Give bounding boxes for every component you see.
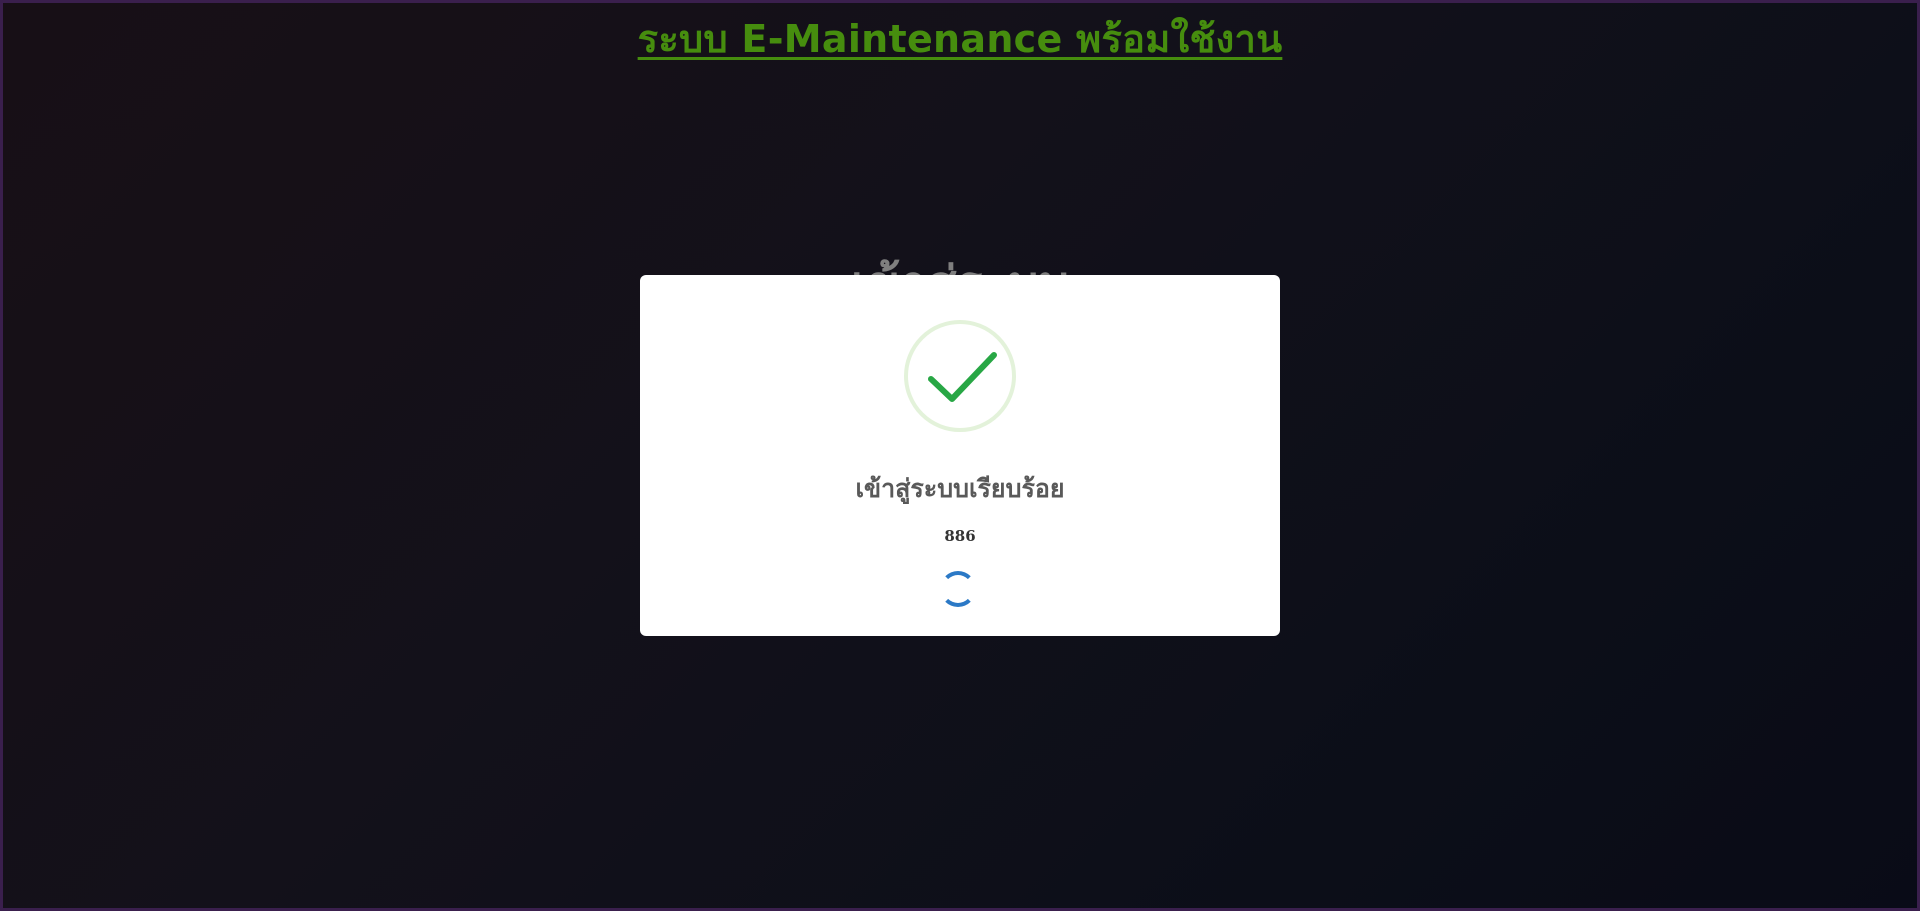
- dialog-text: 886: [944, 527, 976, 545]
- success-check-icon: [904, 320, 1016, 432]
- dialog-title: เข้าสู่ระบบเรียบร้อย: [855, 474, 1065, 503]
- checkmark-icon: [928, 352, 997, 402]
- loading-spinner-icon: [940, 571, 976, 607]
- success-dialog: เข้าสู่ระบบเรียบร้อย 886: [640, 275, 1280, 636]
